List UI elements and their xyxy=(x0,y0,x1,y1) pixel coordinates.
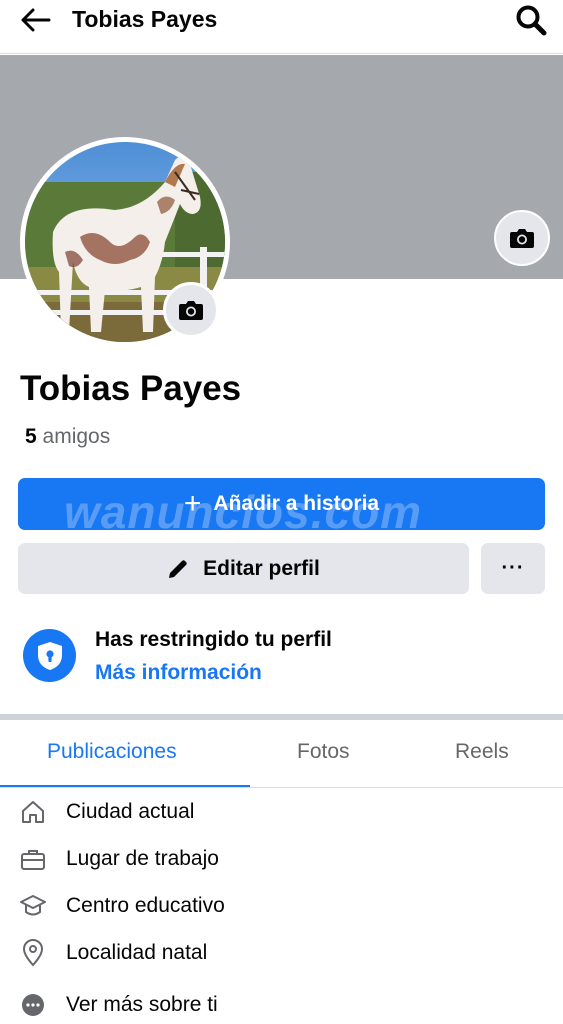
restriction-title: Has restringido tu perfil xyxy=(95,628,332,651)
shield-lock-icon xyxy=(23,629,76,682)
briefcase-icon xyxy=(18,844,48,874)
detail-current-city[interactable]: Ciudad actual xyxy=(18,795,538,829)
cover-camera-icon[interactable] xyxy=(494,210,550,266)
tab-fotos[interactable]: Fotos xyxy=(297,736,350,768)
detail-label: Lugar de trabajo xyxy=(66,847,219,870)
tab-reels[interactable]: Reels xyxy=(455,736,509,768)
detail-label: Localidad natal xyxy=(66,941,208,964)
see-more-about-you[interactable]: Ver más sobre ti xyxy=(18,988,538,1022)
add-story-button[interactable]: + Añadir a historia xyxy=(18,478,545,530)
friends-number: 5 xyxy=(25,425,37,448)
friends-count[interactable]: 5 amigos xyxy=(25,424,110,450)
more-options-button[interactable]: ··· xyxy=(481,543,545,594)
back-arrow-icon[interactable] xyxy=(18,4,54,36)
section-divider xyxy=(0,714,563,720)
tab-publicaciones[interactable]: Publicaciones xyxy=(47,736,177,768)
edit-profile-button[interactable]: Editar perfil xyxy=(18,543,469,594)
profile-name: Tobias Payes xyxy=(20,369,242,408)
friends-label: amigos xyxy=(42,425,111,448)
detail-label: Ciudad actual xyxy=(66,800,195,823)
pencil-icon xyxy=(169,559,187,578)
add-story-label: Añadir a historia xyxy=(213,492,380,515)
more-dots-icon xyxy=(18,990,48,1020)
plus-icon: + xyxy=(183,487,202,520)
tabs-divider xyxy=(0,787,563,788)
detail-hometown[interactable]: Localidad natal xyxy=(18,936,538,970)
detail-school[interactable]: Centro educativo xyxy=(18,889,538,923)
detail-label: Centro educativo xyxy=(66,894,225,917)
more-dots-icon: ··· xyxy=(501,557,525,579)
top-bar: Tobias Payes xyxy=(0,0,563,54)
home-icon xyxy=(18,797,48,827)
more-info-link[interactable]: Más información xyxy=(95,660,262,686)
detail-label: Ver más sobre ti xyxy=(66,993,218,1016)
profile-camera-icon[interactable] xyxy=(163,282,219,338)
location-pin-icon xyxy=(18,938,48,968)
page-title: Tobias Payes xyxy=(72,6,218,32)
search-icon[interactable] xyxy=(513,2,549,38)
detail-workplace[interactable]: Lugar de trabajo xyxy=(18,842,538,876)
edit-profile-label: Editar perfil xyxy=(203,556,320,580)
graduation-cap-icon xyxy=(18,891,48,921)
